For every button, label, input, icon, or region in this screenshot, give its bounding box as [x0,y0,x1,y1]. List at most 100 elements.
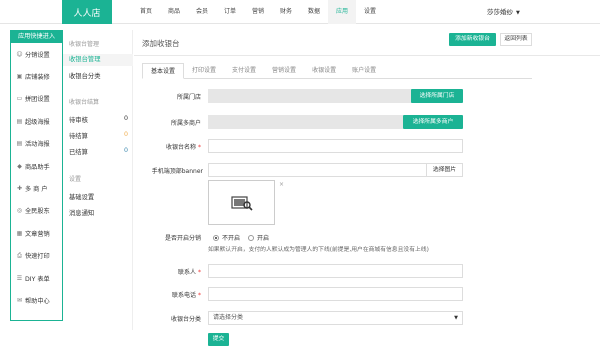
radio-on[interactable]: 开启 [248,233,269,242]
sidebar-item-distribution[interactable]: ☺ 分销设置 [11,43,62,65]
status-count: 0 [123,131,128,138]
tab-account[interactable]: 账户设置 [344,63,384,79]
select-merchant-button[interactable]: 选择所属多商户 [403,115,463,129]
sidebar-item-decoration[interactable]: ▣ 店铺装修 [11,65,62,87]
sidebar-title: 应用快捷进入 [11,31,62,43]
sidebar-item-goods-helper[interactable]: ◆ 商品助手 [11,155,62,177]
category-select[interactable]: 请选择分类 ▼ [208,311,463,325]
page-title: 添加收银台 [142,39,180,48]
category-select-value: 请选择分类 [213,314,244,321]
submenu-item-pending-settle[interactable]: 待结算 0 [63,131,133,140]
submenu-item-cashier-manage[interactable]: 收银台管理 [63,54,133,66]
user-menu[interactable]: 莎莎婚纱 ▼ [487,0,520,24]
sidebar-item-label: 全民股东 [25,208,50,216]
app-logo[interactable]: 人人店 [62,0,112,24]
sidebar-item-label: 店铺装修 [25,74,50,82]
sidebar-item-help-center[interactable]: ✉ 帮助中心 [11,289,62,311]
submenu-item-pending-review[interactable]: 待审核 0 [63,115,133,124]
banner-image-preview[interactable] [208,180,275,225]
store-input [208,89,413,103]
article-icon: ▦ [16,229,23,237]
submenu-group-settings: 设置 [69,176,82,183]
radio-off[interactable]: 不开启 [213,233,240,242]
phone-label: 联系电话 * [134,290,201,299]
merchant-icon: ✚ [16,185,23,193]
sidebar-item-label: 活动海报 [25,141,50,149]
help-icon: ✉ [16,296,23,304]
shop-icon: ▣ [16,73,23,81]
sidebar-item-label: 分销设置 [25,51,50,59]
sidebar-item-label: 拼团设置 [25,96,50,104]
select-store-button[interactable]: 选择所属门店 [411,89,463,103]
radio-on-label: 开启 [257,235,270,242]
nav-marketing[interactable]: 营销 [244,0,272,24]
submenu-item-cashier-category[interactable]: 收银台分类 [63,71,105,80]
cashier-name-input[interactable] [208,139,463,153]
required-mark: * [198,144,201,151]
nav-data[interactable]: 数据 [300,0,328,24]
required-mark: * [198,292,201,299]
sidebar-item-merchants[interactable]: ✚ 多 商 户 [11,177,62,199]
chevron-down-icon: ▼ [454,315,458,321]
nav-home[interactable]: 首页 [132,0,160,24]
tab-print[interactable]: 打印设置 [184,63,224,79]
sidebar-item-shareholders[interactable]: ◎ 全民股东 [11,200,62,222]
poster-icon: ▤ [16,140,23,148]
back-to-list-button[interactable]: 返回列表 [500,33,532,46]
helper-icon: ◆ [17,162,22,170]
main-nav: 首页 商品 会员 订单 营销 财务 数据 应用 设置 [132,0,384,24]
add-cashier-button[interactable]: 添加新收银台 [449,33,496,46]
category-label: 收银台分类 [170,316,201,323]
tab-payment[interactable]: 支付设置 [224,63,264,79]
sidebar-item-quick-print[interactable]: ⎙ 快速打印 [11,245,62,267]
label-text: 联系电话 [171,292,196,299]
label-text: 联系人 [177,269,196,276]
sidebar-item-label: 多 商 户 [25,186,48,194]
tab-basic[interactable]: 基本设置 [142,63,185,79]
nav-apps[interactable]: 应用 [328,0,356,24]
radio-off-label: 不开启 [222,235,241,242]
sidebar-item-super-poster[interactable]: ▤ 超级海报 [11,110,62,132]
nav-members[interactable]: 会员 [188,0,216,24]
merchant-label: 所属多商户 [170,120,201,127]
status-count: 0 [123,115,128,122]
sidebar-item-article-marketing[interactable]: ▦ 文章营销 [11,222,62,244]
submenu-group-settlement: 收银台结算 [69,99,100,106]
sidebar-item-label: 快速打印 [25,253,50,261]
sidebar-item-label: 超级海报 [25,118,50,126]
sidebar-item-label: 商品助手 [25,163,50,171]
nav-settings[interactable]: 设置 [356,0,384,24]
form-icon: ☰ [16,274,23,282]
cashier-submenu: 收银台管理 收银台管理 收银台分类 收银台结算 待审核 0 待结算 0 已结算 0 设… [63,30,133,330]
submenu-item-notifications[interactable]: 消息通知 [63,208,99,217]
phone-input[interactable] [208,287,463,301]
submenu-item-basic-settings[interactable]: 基础设置 [63,192,99,201]
nav-finance[interactable]: 财务 [272,0,300,24]
nav-orders[interactable]: 订单 [216,0,244,24]
banner-input[interactable] [208,163,427,177]
user-name: 莎莎婚纱 [487,8,513,16]
contact-input[interactable] [208,264,463,278]
tab-marketing[interactable]: 营销设置 [264,63,304,79]
cashier-name-label: 收银台名称 * [134,142,201,151]
chevron-down-icon: ▼ [516,10,520,16]
submit-button[interactable]: 提交 [208,333,229,346]
users-icon: ☺ [16,50,23,58]
tab-cashier[interactable]: 收银设置 [304,63,344,79]
merchant-input [208,115,403,129]
banner-label: 手机端顶部banner [151,168,203,175]
sidebar-item-label: 文章营销 [25,230,50,238]
required-mark: * [198,269,201,276]
choose-image-button[interactable]: 选择图片 [426,163,463,177]
distribution-radio-group: 不开启 开启 [213,233,277,242]
sidebar-item-group-buy[interactable]: ▭ 拼团设置 [11,88,62,110]
divider [134,55,600,56]
submenu-item-settled[interactable]: 已结算 0 [63,147,133,156]
share-icon: ◎ [16,207,23,215]
nav-goods[interactable]: 商品 [160,0,188,24]
sidebar-item-diy-form[interactable]: ☰ DIY 表单 [11,267,62,289]
remove-image-icon[interactable]: × [279,181,284,188]
app-shortcut-sidebar: 应用快捷进入 ☺ 分销设置 ▣ 店铺装修 ▭ 拼团设置 ▤ 超级海报 ▤ 活动海报 ◆ 商品… [10,30,63,321]
sidebar-item-event-poster[interactable]: ▤ 活动海报 [11,133,62,155]
status-label: 已结算 [69,149,88,156]
